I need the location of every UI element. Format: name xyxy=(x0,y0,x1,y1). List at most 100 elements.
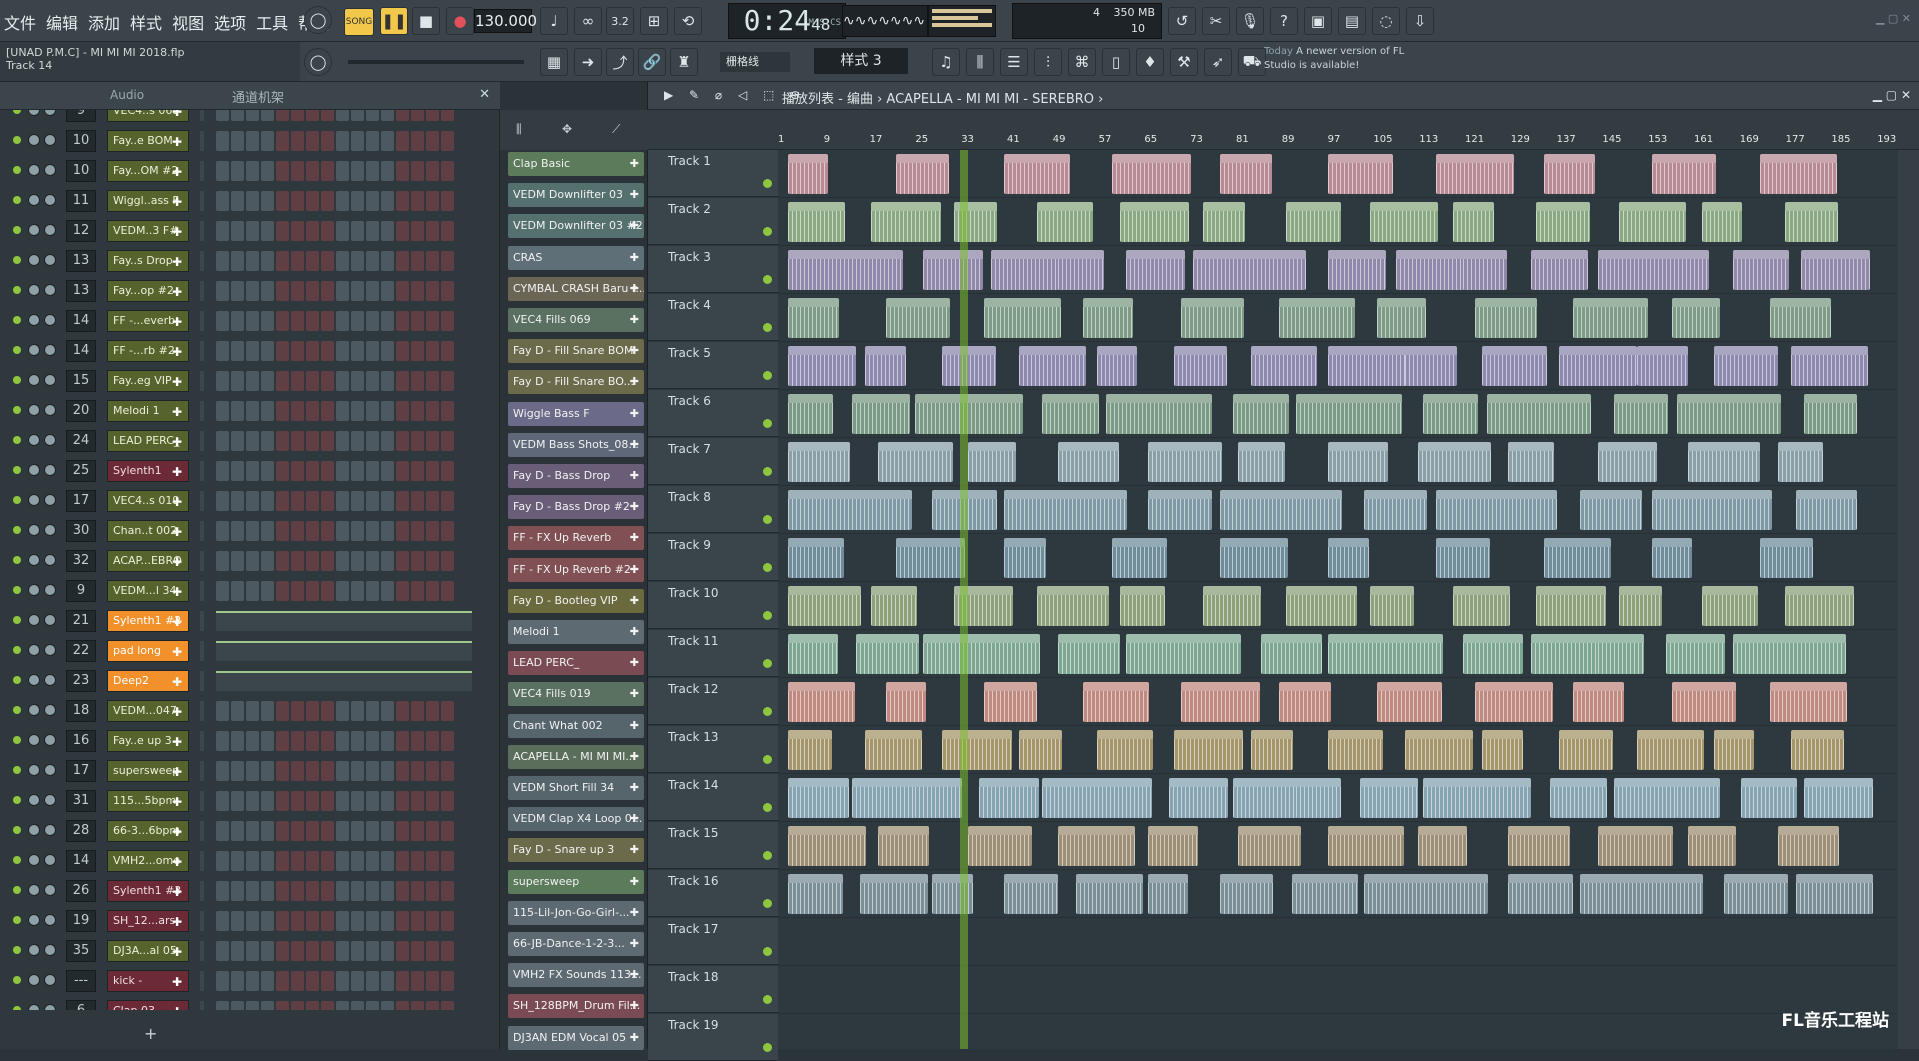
channel-graph-icon[interactable]: ✚ xyxy=(172,375,182,389)
add-channel-button[interactable]: + xyxy=(144,1024,157,1043)
channel-mute-led[interactable] xyxy=(13,556,21,564)
track-mute-led[interactable] xyxy=(763,851,772,860)
channel-mute-led[interactable] xyxy=(13,856,21,864)
clip[interactable] xyxy=(915,394,986,434)
step-button[interactable] xyxy=(291,971,304,991)
step-button[interactable] xyxy=(246,731,259,751)
step-button[interactable] xyxy=(231,911,244,931)
channel-mixer-track[interactable]: 17 xyxy=(66,760,96,782)
clip[interactable] xyxy=(1463,250,1507,290)
clip[interactable] xyxy=(1573,682,1624,722)
track-header[interactable]: Track 14 xyxy=(648,774,778,821)
step-button[interactable] xyxy=(216,941,229,961)
step-button[interactable] xyxy=(396,461,409,481)
track-header[interactable]: Track 5 xyxy=(648,342,778,389)
channel-row[interactable]: 13Fay...op #2✚ xyxy=(0,276,490,306)
clip[interactable] xyxy=(1058,250,1104,290)
step-button[interactable] xyxy=(411,821,424,841)
clip[interactable] xyxy=(1220,874,1273,914)
clip[interactable] xyxy=(1801,634,1846,674)
channel-volume-knob[interactable] xyxy=(44,614,56,626)
channel-mixer-track[interactable]: 25 xyxy=(66,460,96,482)
step-button[interactable] xyxy=(291,731,304,751)
step-button[interactable] xyxy=(291,311,304,331)
clip[interactable] xyxy=(1076,490,1127,530)
step-button[interactable] xyxy=(216,851,229,871)
step-button[interactable] xyxy=(291,161,304,181)
clip[interactable] xyxy=(1261,634,1322,674)
step-button[interactable] xyxy=(216,311,229,331)
clip[interactable] xyxy=(1328,538,1369,578)
step-button[interactable] xyxy=(426,191,439,211)
step-button[interactable] xyxy=(261,791,274,811)
step-button[interactable] xyxy=(291,581,304,601)
step-button[interactable] xyxy=(381,911,394,931)
step-button[interactable] xyxy=(441,371,454,391)
song-mode-toggle[interactable]: SONG xyxy=(344,8,374,36)
step-button[interactable] xyxy=(216,971,229,991)
pattern-add-icon[interactable]: ✚ xyxy=(630,558,639,582)
channel-pan-knob[interactable] xyxy=(28,884,40,896)
clip[interactable] xyxy=(1233,778,1305,818)
track-mute-led[interactable] xyxy=(763,275,772,284)
step-button[interactable] xyxy=(411,791,424,811)
channel-row[interactable]: 24LEAD PERC_✚ xyxy=(0,426,490,456)
channel-graph-icon[interactable]: ✚ xyxy=(172,405,182,419)
channel-select-bar[interactable] xyxy=(200,641,204,661)
step-button[interactable] xyxy=(306,911,319,931)
step-button[interactable] xyxy=(261,701,274,721)
step-button[interactable] xyxy=(366,110,379,121)
step-button[interactable] xyxy=(426,110,439,121)
metronome-icon[interactable]: ♩ xyxy=(540,7,568,35)
clip[interactable] xyxy=(1418,826,1467,866)
step-button[interactable] xyxy=(381,191,394,211)
step-button[interactable] xyxy=(366,821,379,841)
clip[interactable] xyxy=(1508,826,1570,866)
step-button[interactable] xyxy=(426,701,439,721)
step-button[interactable] xyxy=(276,401,289,421)
pattern-item[interactable]: Fay D - Bass Drop #2✚ xyxy=(508,495,644,519)
step-button[interactable] xyxy=(291,191,304,211)
pattern-item[interactable]: FF - FX Up Reverb✚ xyxy=(508,526,644,550)
step-button[interactable] xyxy=(441,581,454,601)
step-button[interactable] xyxy=(351,911,364,931)
clip[interactable] xyxy=(1193,250,1265,290)
pattern-add-icon[interactable]: ✚ xyxy=(630,402,639,426)
clip[interactable] xyxy=(915,778,962,818)
clip[interactable] xyxy=(1531,634,1604,674)
step-button[interactable] xyxy=(426,1001,439,1010)
step-button[interactable] xyxy=(336,821,349,841)
step-button[interactable] xyxy=(261,371,274,391)
clip[interactable] xyxy=(1042,394,1099,434)
step-button[interactable] xyxy=(351,851,364,871)
clip[interactable] xyxy=(1203,202,1245,242)
step-button[interactable] xyxy=(366,311,379,331)
step-button[interactable] xyxy=(381,131,394,151)
channel-graph-icon[interactable]: ✚ xyxy=(172,885,182,899)
cart-icon[interactable]: ⛟ xyxy=(1238,48,1266,76)
step-button[interactable] xyxy=(276,731,289,751)
clip[interactable] xyxy=(865,346,906,386)
step-button[interactable] xyxy=(381,281,394,301)
pattern-add-icon[interactable]: ✚ xyxy=(630,963,639,987)
step-button[interactable] xyxy=(321,791,334,811)
step-button[interactable] xyxy=(216,1001,229,1010)
step-button[interactable] xyxy=(261,341,274,361)
step-button[interactable] xyxy=(216,791,229,811)
step-button[interactable] xyxy=(336,110,349,121)
step-button[interactable] xyxy=(216,131,229,151)
channel-select-bar[interactable] xyxy=(200,311,204,331)
plugin-icon[interactable]: ⌘ xyxy=(1068,48,1096,76)
channel-pan-knob[interactable] xyxy=(28,224,40,236)
step-button[interactable] xyxy=(246,401,259,421)
clip[interactable] xyxy=(1370,202,1438,242)
clip[interactable] xyxy=(1666,250,1709,290)
step-button[interactable] xyxy=(261,911,274,931)
channel-mute-led[interactable] xyxy=(13,946,21,954)
channel-mute-led[interactable] xyxy=(13,286,21,294)
clip[interactable] xyxy=(1418,442,1491,482)
track-lane[interactable] xyxy=(778,246,1898,294)
clip[interactable] xyxy=(968,442,1016,482)
channel-volume-knob[interactable] xyxy=(44,944,56,956)
step-button[interactable] xyxy=(246,461,259,481)
